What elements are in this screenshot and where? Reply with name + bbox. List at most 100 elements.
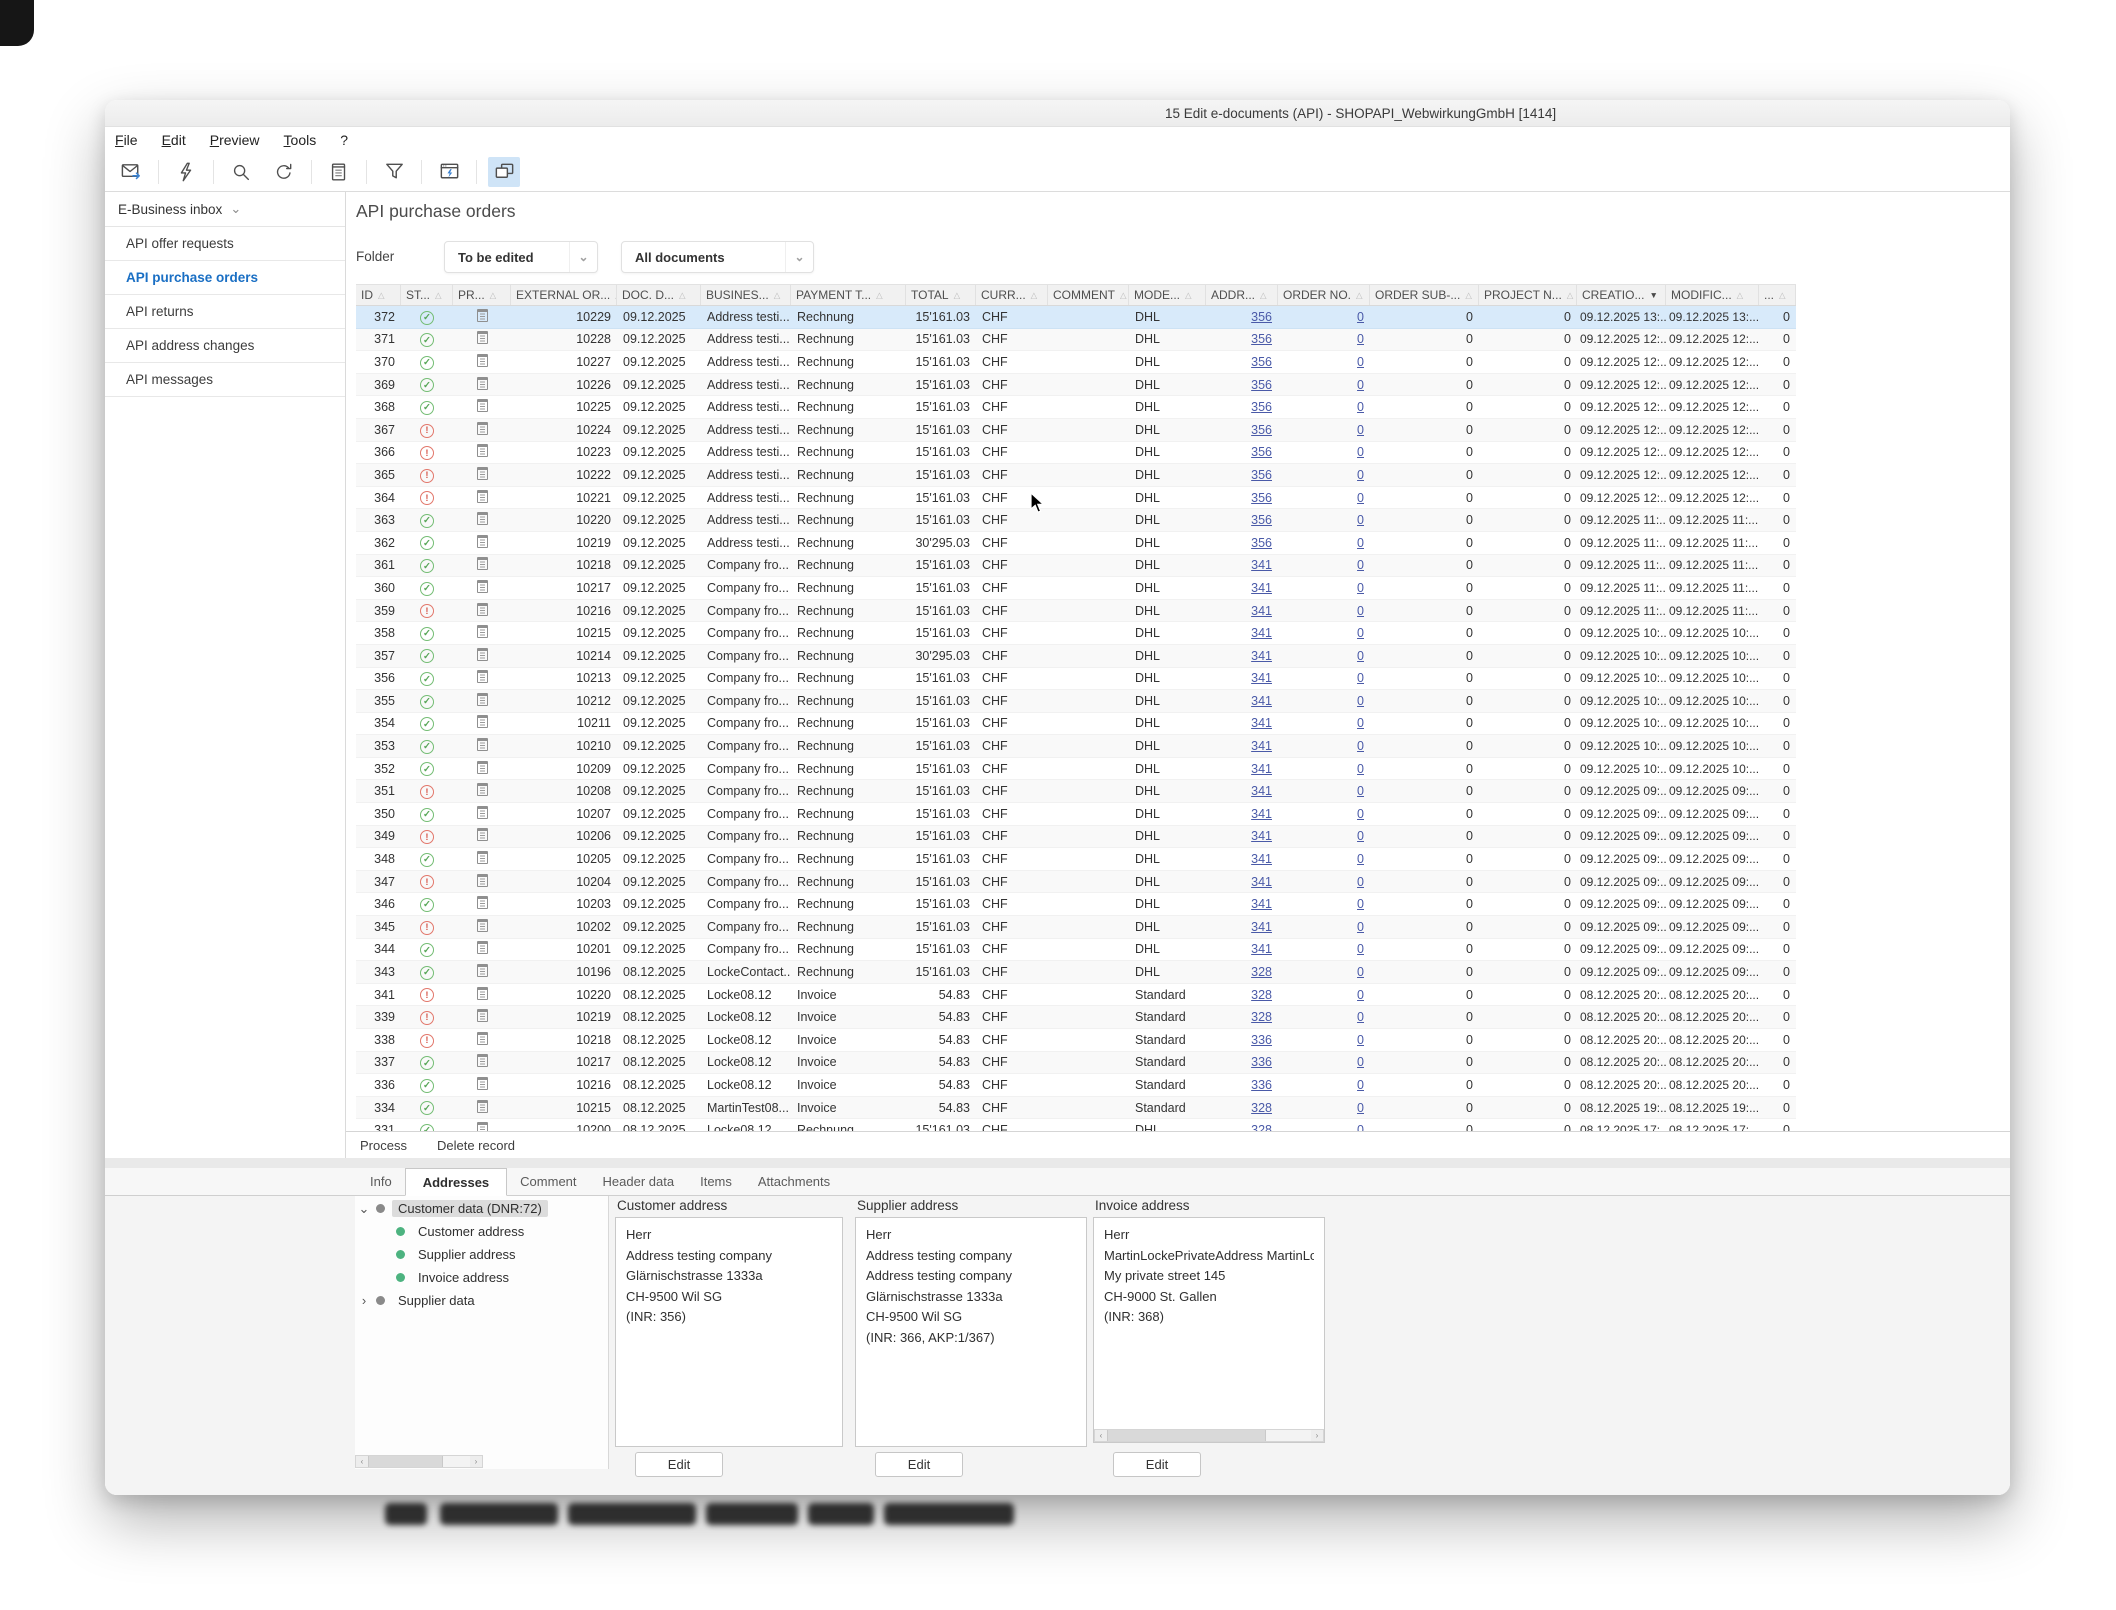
table-row[interactable]: 361✓1021809.12.2025Company fro...Rechnun… xyxy=(356,555,1796,578)
table-row[interactable]: 345!1020209.12.2025Company fro...Rechnun… xyxy=(356,916,1796,939)
order-no-link[interactable]: 0 xyxy=(1357,784,1364,798)
order-no-link[interactable]: 0 xyxy=(1357,762,1364,776)
column-header-order-sub[interactable]: ORDER SUB-...△ xyxy=(1370,285,1479,305)
address-link[interactable]: 341 xyxy=(1251,897,1272,911)
column-header-item[interactable]: ...△ xyxy=(1759,285,1796,305)
sidebar-header[interactable]: E-Business inbox ⌄ xyxy=(105,192,345,227)
order-no-link[interactable]: 0 xyxy=(1357,513,1364,527)
tree-item-customer-data-dnr-72[interactable]: ⌄Customer data (DNR:72) xyxy=(355,1198,608,1219)
table-row[interactable]: 344✓1020109.12.2025Company fro...Rechnun… xyxy=(356,939,1796,962)
address-link[interactable]: 356 xyxy=(1251,491,1272,505)
column-header-creatio[interactable]: CREATIO...▼ xyxy=(1577,285,1666,305)
column-header-comment[interactable]: COMMENT△ xyxy=(1048,285,1129,305)
menu-preview[interactable]: Preview xyxy=(210,132,260,148)
table-row[interactable]: 369✓1022609.12.2025Address testi...Rechn… xyxy=(356,374,1796,397)
edit-button[interactable]: Edit xyxy=(875,1452,963,1477)
menu-file[interactable]: File xyxy=(115,132,138,148)
tab-comment[interactable]: Comment xyxy=(507,1168,589,1195)
order-no-link[interactable]: 0 xyxy=(1357,897,1364,911)
address-link[interactable]: 341 xyxy=(1251,604,1272,618)
column-header-mode[interactable]: MODE...△ xyxy=(1129,285,1206,305)
column-header-id[interactable]: ID△ xyxy=(356,285,401,305)
order-no-link[interactable]: 0 xyxy=(1357,355,1364,369)
chevron-right-icon[interactable]: › xyxy=(355,1293,373,1308)
address-link[interactable]: 356 xyxy=(1251,513,1272,527)
column-header-busines[interactable]: BUSINES...△ xyxy=(701,285,791,305)
table-row[interactable]: 334✓1021508.12.2025MartinTest08...Invoic… xyxy=(356,1097,1796,1120)
table-row[interactable]: 353✓1021009.12.2025Company fro...Rechnun… xyxy=(356,735,1796,758)
order-no-link[interactable]: 0 xyxy=(1357,468,1364,482)
table-row[interactable]: 367!1022409.12.2025Address testi...Rechn… xyxy=(356,419,1796,442)
table-row[interactable]: 362✓1021909.12.2025Address testi...Rechn… xyxy=(356,532,1796,555)
table-row[interactable]: 346✓1020309.12.2025Company fro...Rechnun… xyxy=(356,893,1796,916)
order-no-link[interactable]: 0 xyxy=(1357,626,1364,640)
address-link[interactable]: 341 xyxy=(1251,581,1272,595)
table-row[interactable]: 341!1022008.12.2025Locke08.12Invoice54.8… xyxy=(356,984,1796,1007)
address-link[interactable]: 356 xyxy=(1251,536,1272,550)
column-header-addr[interactable]: ADDR...△ xyxy=(1206,285,1278,305)
edit-button[interactable]: Edit xyxy=(1113,1452,1201,1477)
address-link[interactable]: 336 xyxy=(1251,1078,1272,1092)
search-icon[interactable] xyxy=(225,157,257,187)
table-row[interactable]: 337✓1021708.12.2025Locke08.12Invoice54.8… xyxy=(356,1052,1796,1075)
address-link[interactable]: 341 xyxy=(1251,762,1272,776)
address-link[interactable]: 341 xyxy=(1251,784,1272,798)
scroll-left-arrow-icon[interactable]: ‹ xyxy=(356,1456,368,1467)
table-row[interactable]: 338!1021808.12.2025Locke08.12Invoice54.8… xyxy=(356,1029,1796,1052)
table-row[interactable]: 366!1022309.12.2025Address testi...Rechn… xyxy=(356,442,1796,465)
order-no-link[interactable]: 0 xyxy=(1357,965,1364,979)
address-link[interactable]: 356 xyxy=(1251,332,1272,346)
tree-horizontal-scrollbar[interactable]: ‹ › xyxy=(355,1455,483,1468)
column-header-modific[interactable]: MODIFIC...△ xyxy=(1666,285,1759,305)
address-link[interactable]: 356 xyxy=(1251,400,1272,414)
tree-item-supplier-address[interactable]: Supplier address xyxy=(355,1244,608,1265)
table-row[interactable]: 360✓1021709.12.2025Company fro...Rechnun… xyxy=(356,577,1796,600)
column-header-external-or[interactable]: EXTERNAL OR...△ xyxy=(511,285,617,305)
tree-item-invoice-address[interactable]: Invoice address xyxy=(355,1267,608,1288)
order-no-link[interactable]: 0 xyxy=(1357,1033,1364,1047)
table-row[interactable]: 343✓1019608.12.2025LockeContact...Rechnu… xyxy=(356,961,1796,984)
address-link[interactable]: 341 xyxy=(1251,671,1272,685)
table-row[interactable]: 352✓1020909.12.2025Company fro...Rechnun… xyxy=(356,758,1796,781)
order-no-link[interactable]: 0 xyxy=(1357,378,1364,392)
lightning-icon[interactable] xyxy=(170,157,202,187)
table-row[interactable]: 354✓1021109.12.2025Company fro...Rechnun… xyxy=(356,713,1796,736)
column-header-curr[interactable]: CURR...△ xyxy=(976,285,1048,305)
filter-icon[interactable] xyxy=(378,157,410,187)
scroll-right-arrow-icon[interactable]: › xyxy=(1311,1430,1323,1441)
order-no-link[interactable]: 0 xyxy=(1357,332,1364,346)
refresh-icon[interactable] xyxy=(268,157,300,187)
table-row[interactable]: 372✓1022909.12.2025Address testi...Rechn… xyxy=(356,306,1796,329)
window-flash-icon[interactable] xyxy=(433,157,465,187)
edit-button[interactable]: Edit xyxy=(635,1452,723,1477)
menu-help[interactable]: ? xyxy=(340,132,348,148)
order-no-link[interactable]: 0 xyxy=(1357,807,1364,821)
documents-filter-dropdown[interactable]: All documents ⌄ xyxy=(621,241,814,273)
delete-record-button[interactable]: Delete record xyxy=(437,1138,515,1153)
table-row[interactable]: 358✓1021509.12.2025Company fro...Rechnun… xyxy=(356,622,1796,645)
order-no-link[interactable]: 0 xyxy=(1357,852,1364,866)
scroll-right-arrow-icon[interactable]: › xyxy=(470,1456,482,1467)
order-no-link[interactable]: 0 xyxy=(1357,604,1364,618)
order-no-link[interactable]: 0 xyxy=(1357,400,1364,414)
address-link[interactable]: 341 xyxy=(1251,694,1272,708)
table-row[interactable]: 364!1022109.12.2025Address testi...Rechn… xyxy=(356,487,1796,510)
table-row[interactable]: 349!1020609.12.2025Company fro...Rechnun… xyxy=(356,826,1796,849)
folder-dropdown[interactable]: To be edited ⌄ xyxy=(444,241,598,273)
address-link[interactable]: 356 xyxy=(1251,445,1272,459)
address-link[interactable]: 341 xyxy=(1251,852,1272,866)
order-no-link[interactable]: 0 xyxy=(1357,716,1364,730)
order-no-link[interactable]: 0 xyxy=(1357,581,1364,595)
column-header-pr[interactable]: PR...△ xyxy=(453,285,511,305)
order-no-link[interactable]: 0 xyxy=(1357,942,1364,956)
address-link[interactable]: 328 xyxy=(1251,1101,1272,1115)
order-no-link[interactable]: 0 xyxy=(1357,694,1364,708)
column-header-project-n[interactable]: PROJECT N...△ xyxy=(1479,285,1577,305)
order-no-link[interactable]: 0 xyxy=(1357,1123,1364,1131)
order-no-link[interactable]: 0 xyxy=(1357,1101,1364,1115)
order-no-link[interactable]: 0 xyxy=(1357,423,1364,437)
address-link[interactable]: 341 xyxy=(1251,626,1272,640)
send-mail-icon[interactable] xyxy=(115,157,147,187)
sidebar-item-api-purchase-orders[interactable]: API purchase orders xyxy=(105,261,345,295)
order-no-link[interactable]: 0 xyxy=(1357,1055,1364,1069)
